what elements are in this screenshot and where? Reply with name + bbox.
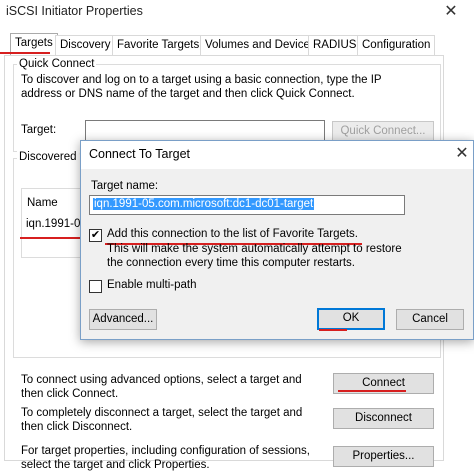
target-input[interactable] — [85, 120, 325, 141]
tab-favorite-targets[interactable]: Favorite Targets — [112, 35, 205, 55]
tab-radius[interactable]: RADIUS — [308, 35, 362, 55]
dialog-title: Connect To Target — [89, 147, 190, 161]
window-title: iSCSI Initiator Properties — [6, 4, 143, 18]
annotation-underline-ok — [319, 329, 347, 331]
advanced-button[interactable]: Advanced... — [89, 309, 157, 330]
ok-button[interactable]: OK — [317, 308, 385, 330]
dialog-close-icon[interactable]: ✕ — [451, 143, 473, 165]
cancel-button[interactable]: Cancel — [396, 309, 464, 330]
target-name-value: iqn.1991-05.com.microsoft:dc1-dc01-targe… — [93, 198, 315, 210]
multipath-checkbox[interactable] — [89, 280, 102, 293]
quick-connect-label: Quick Connect — [17, 58, 97, 70]
tab-configuration[interactable]: Configuration — [357, 35, 436, 55]
disconnect-button[interactable]: Disconnect — [333, 408, 434, 429]
tab-strip: Targets Discovery Favorite Targets Volum… — [0, 33, 474, 55]
favorite-checkbox[interactable]: ✔ — [89, 229, 102, 242]
properties-instructions: For target properties, including configu… — [21, 445, 310, 471]
favorite-label[interactable]: Add this connection to the list of Favor… — [107, 228, 358, 240]
connect-to-target-dialog: Connect To Target ✕ Target name: iqn.199… — [80, 140, 474, 340]
annotation-underline-target-row — [20, 237, 82, 239]
quick-connect-description: To discover and log on to a target using… — [21, 74, 382, 100]
disconnect-instructions: To completely disconnect a target, selec… — [21, 407, 303, 433]
target-name-input[interactable]: iqn.1991-05.com.microsoft:dc1-dc01-targe… — [89, 195, 405, 215]
target-row-name[interactable]: iqn.1991-05 — [26, 218, 87, 230]
annotation-underline-connect — [338, 390, 406, 392]
close-icon[interactable]: ✕ — [436, 0, 466, 24]
annotation-underline-targets — [0, 52, 50, 54]
multipath-label[interactable]: Enable multi-path — [107, 279, 197, 291]
favorite-description: This will make the system automatically … — [107, 243, 402, 269]
target-label: Target: — [21, 124, 57, 136]
checkmark-icon: ✔ — [90, 229, 101, 241]
properties-button[interactable]: Properties... — [333, 446, 434, 467]
tab-discovery[interactable]: Discovery — [55, 35, 116, 55]
target-name-label: Target name: — [91, 180, 159, 192]
quick-connect-button[interactable]: Quick Connect... — [332, 121, 434, 142]
connect-instructions: To connect using advanced options, selec… — [21, 374, 302, 400]
column-header-name[interactable]: Name — [27, 197, 58, 209]
tab-volumes-and-devices[interactable]: Volumes and Devices — [200, 35, 321, 55]
